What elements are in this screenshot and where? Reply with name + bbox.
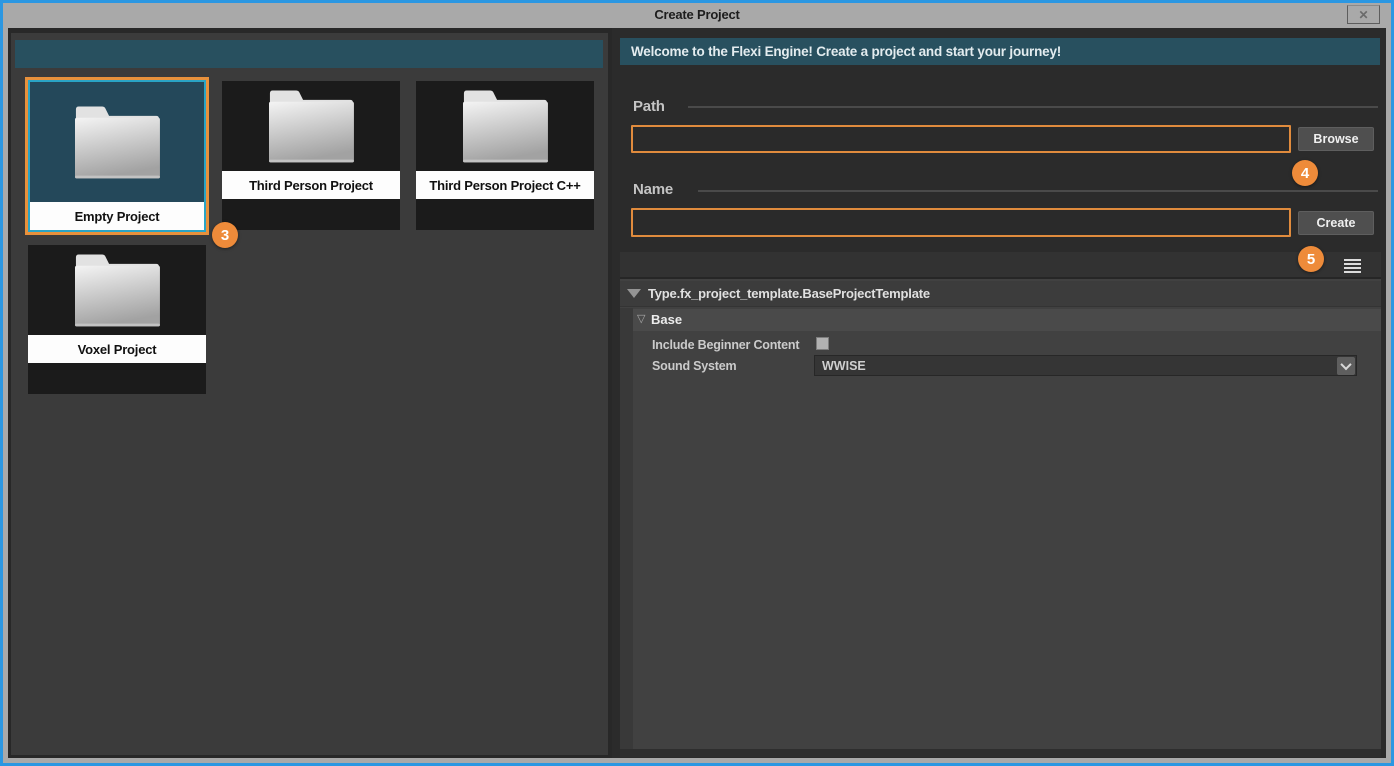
sound-system-value: WWISE bbox=[815, 359, 866, 373]
include-beginner-content-label: Include Beginner Content bbox=[652, 338, 799, 352]
sound-system-dropdown[interactable]: WWISE bbox=[814, 355, 1357, 376]
annotation-badge-3: 3 bbox=[212, 222, 238, 248]
properties-toolbar bbox=[620, 252, 1381, 279]
create-project-window: Create Project ✕ bbox=[0, 0, 1394, 766]
project-template-thumbnail bbox=[28, 245, 206, 335]
name-label: Name bbox=[633, 181, 673, 198]
group-collapse-icon[interactable]: ▽ bbox=[637, 312, 645, 325]
path-label: Path bbox=[633, 98, 665, 115]
base-group-label: Base bbox=[651, 312, 682, 327]
project-template-thumbnail bbox=[416, 81, 594, 171]
sound-system-label: Sound System bbox=[652, 359, 736, 373]
project-template-tile-voxel-project[interactable]: Voxel Project bbox=[28, 245, 206, 394]
annotation-badge-4: 4 bbox=[1292, 160, 1318, 186]
browse-button[interactable]: Browse bbox=[1298, 127, 1374, 151]
name-input[interactable] bbox=[631, 208, 1291, 237]
folder-icon bbox=[255, 81, 367, 171]
project-template-tile-empty-project[interactable]: Empty Project bbox=[25, 77, 209, 235]
properties-bottom-strip bbox=[620, 749, 1381, 757]
project-template-thumbnail bbox=[222, 81, 400, 171]
project-template-thumbnail bbox=[30, 82, 204, 202]
name-divider bbox=[698, 190, 1378, 192]
project-template-label: Third Person Project C++ bbox=[416, 171, 594, 199]
path-input[interactable] bbox=[631, 125, 1291, 153]
close-button[interactable]: ✕ bbox=[1347, 5, 1380, 24]
folder-icon bbox=[61, 245, 173, 335]
template-browser-header bbox=[15, 40, 603, 68]
project-template-tile-third-person-project-c[interactable]: Third Person Project C++ bbox=[416, 81, 594, 230]
badge-3-number: 3 bbox=[221, 227, 229, 244]
project-setup-panel: Welcome to the Flexi Engine! Create a pr… bbox=[612, 28, 1386, 758]
type-header-row[interactable]: Type.fx_project_template.BaseProjectTemp… bbox=[620, 281, 1381, 307]
annotation-badge-5: 5 bbox=[1298, 246, 1324, 272]
expand-caret-icon[interactable] bbox=[627, 289, 641, 298]
include-beginner-content-checkbox[interactable] bbox=[816, 337, 829, 350]
menu-icon[interactable] bbox=[1344, 259, 1361, 273]
close-icon: ✕ bbox=[1358, 8, 1368, 22]
project-template-tile-third-person-project[interactable]: Third Person Project bbox=[222, 81, 400, 230]
project-template-label: Third Person Project bbox=[222, 171, 400, 199]
template-properties-panel: Type.fx_project_template.BaseProjectTemp… bbox=[620, 252, 1381, 757]
dialog-content: Empty Project Third Person Project bbox=[8, 28, 1386, 758]
base-group-header[interactable]: ▽ Base bbox=[633, 309, 1381, 331]
project-template-label: Empty Project bbox=[30, 202, 204, 230]
folder-icon bbox=[449, 81, 561, 171]
folder-icon bbox=[61, 97, 173, 187]
chevron-down-icon bbox=[1340, 359, 1351, 370]
type-header-text: Type.fx_project_template.BaseProjectTemp… bbox=[648, 286, 930, 301]
create-button[interactable]: Create bbox=[1298, 211, 1374, 235]
badge-4-number: 4 bbox=[1301, 165, 1309, 182]
window-title: Create Project bbox=[3, 7, 1391, 22]
path-divider bbox=[688, 106, 1378, 108]
badge-5-number: 5 bbox=[1307, 251, 1315, 268]
welcome-banner: Welcome to the Flexi Engine! Create a pr… bbox=[620, 38, 1380, 65]
dropdown-chevron-button[interactable] bbox=[1337, 357, 1355, 375]
title-bar[interactable]: Create Project ✕ bbox=[3, 3, 1391, 28]
template-browser-panel: Empty Project Third Person Project bbox=[11, 33, 608, 755]
welcome-text: Welcome to the Flexi Engine! Create a pr… bbox=[631, 44, 1061, 59]
properties-indent-strip bbox=[620, 308, 633, 749]
project-template-label: Voxel Project bbox=[28, 335, 206, 363]
